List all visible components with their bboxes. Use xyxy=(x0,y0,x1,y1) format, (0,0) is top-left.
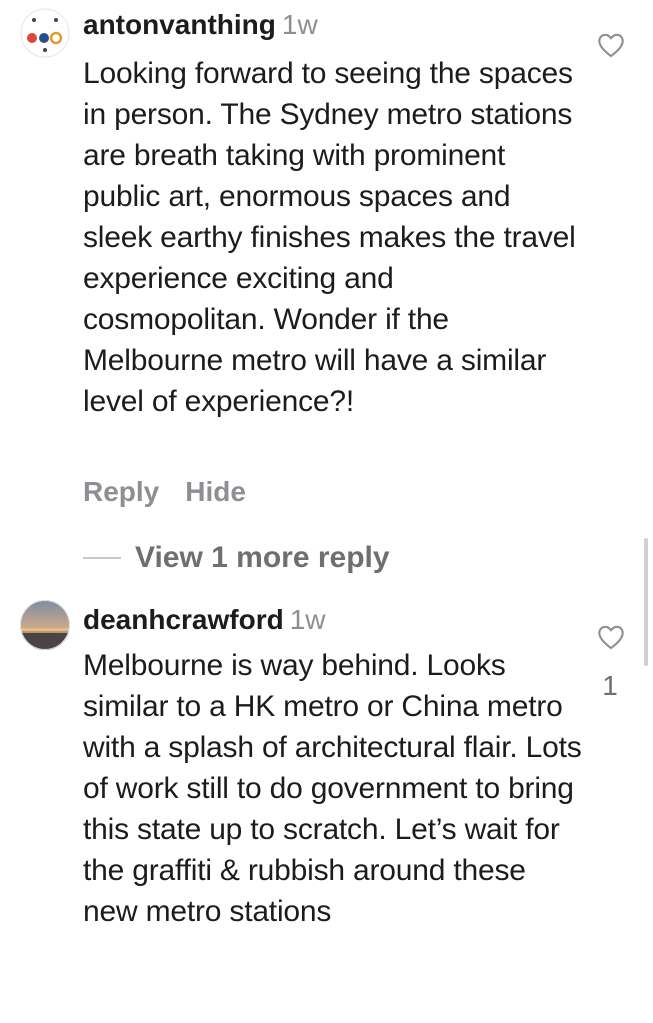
timestamp: 1w xyxy=(281,9,318,40)
comment-actions: Reply Hide xyxy=(83,476,246,508)
username[interactable]: deanhcrawford xyxy=(83,604,284,635)
username[interactable]: antonvanthing xyxy=(83,9,276,40)
top-cutoff-fragment xyxy=(0,0,653,4)
view-more-replies-label[interactable]: View 1 more reply xyxy=(135,541,390,575)
view-more-replies[interactable]: View 1 more reply xyxy=(83,538,390,578)
heart-outline-icon[interactable] xyxy=(597,32,625,58)
comment-text: Melbourne is way behind. Looks similar t… xyxy=(83,649,582,928)
divider-line xyxy=(83,557,121,559)
heart-outline-icon[interactable] xyxy=(597,624,625,650)
hide-button[interactable]: Hide xyxy=(185,476,246,507)
comment-header: deanhcrawford 1w xyxy=(83,603,326,637)
like-count: 1 xyxy=(602,670,618,701)
avatar[interactable] xyxy=(20,600,70,650)
avatar[interactable] xyxy=(20,8,70,58)
comment-header: antonvanthing 1w xyxy=(83,8,318,42)
timestamp: 1w xyxy=(289,604,326,635)
scrollbar[interactable] xyxy=(644,538,648,666)
reply-button[interactable]: Reply xyxy=(83,476,159,507)
comment-text: Looking forward to seeing the spaces in … xyxy=(83,57,576,418)
